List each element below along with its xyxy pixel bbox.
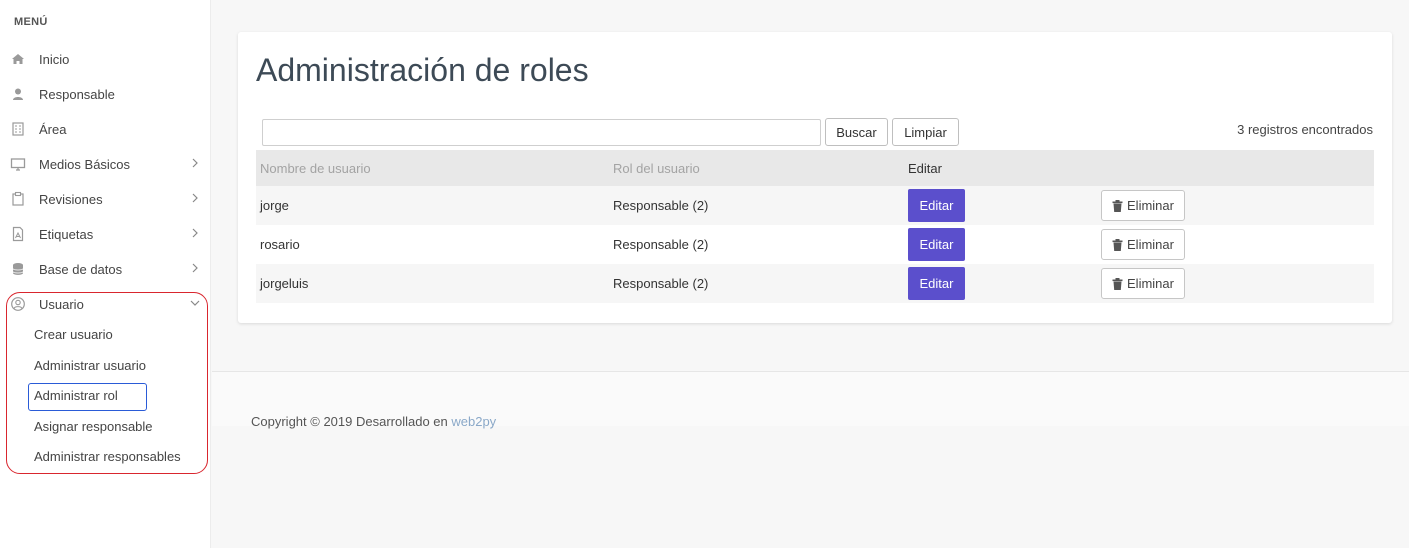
sidebar-item-revisiones[interactable]: Revisiones — [0, 184, 211, 214]
edit-button[interactable]: Editar — [908, 228, 965, 261]
submenu-item-administrar-responsables[interactable]: Administrar responsables — [34, 449, 181, 464]
sidebar: MENÚ Inicio Responsable Área Medios Bási… — [0, 0, 211, 548]
sidebar-item-label: Base de datos — [39, 261, 123, 277]
home-icon — [12, 54, 24, 64]
monitor-icon — [10, 158, 26, 171]
sidebar-item-label: Inicio — [39, 51, 70, 67]
clear-button[interactable]: Limpiar — [892, 118, 959, 146]
delete-button-label: Eliminar — [1127, 237, 1174, 252]
roles-table: Nombre de usuario Rol del usuario Editar… — [256, 150, 1374, 303]
submenu-item-administrar-rol[interactable]: Administrar rol — [34, 388, 118, 403]
trash-icon — [1112, 238, 1123, 251]
copyright-label: Copyright © 2019 Desarrollado en — [251, 414, 452, 429]
sidebar-item-label: Responsable — [39, 86, 115, 102]
sidebar-item-label: Revisiones — [39, 191, 103, 207]
column-header-role: Rol del usuario — [613, 161, 700, 176]
submenu-item-administrar-usuario[interactable]: Administrar usuario — [34, 358, 146, 373]
submenu-item-asignar-responsable[interactable]: Asignar responsable — [34, 419, 153, 434]
search-input[interactable] — [262, 119, 821, 146]
sidebar-item-label: Medios Básicos — [39, 156, 131, 172]
copyright-text: Copyright © 2019 Desarrollado en web2py — [251, 414, 496, 429]
sidebar-item-responsable[interactable]: Responsable — [0, 79, 211, 109]
file-pdf-icon — [12, 226, 24, 242]
table-header: Nombre de usuario Rol del usuario Editar — [256, 150, 1374, 186]
building-icon — [12, 122, 24, 136]
column-header-edit: Editar — [908, 161, 942, 176]
delete-button-label: Eliminar — [1127, 198, 1174, 213]
chevron-right-icon — [192, 263, 198, 273]
chevron-right-icon — [192, 193, 198, 203]
cell-username: rosario — [260, 237, 300, 252]
database-icon — [12, 263, 24, 275]
web2py-link[interactable]: web2py — [451, 414, 496, 429]
cell-username: jorgeluis — [260, 276, 309, 291]
user-circle-icon — [11, 297, 25, 311]
sidebar-item-label: Área — [39, 121, 67, 137]
menu-heading: MENÚ — [14, 16, 48, 28]
user-icon — [13, 88, 23, 100]
sidebar-item-area[interactable]: Área — [0, 114, 211, 144]
sidebar-item-inicio[interactable]: Inicio — [0, 44, 211, 74]
sidebar-item-label: Etiquetas — [39, 226, 94, 242]
sidebar-item-usuario[interactable]: Usuario — [0, 289, 211, 319]
column-header-username: Nombre de usuario — [260, 161, 371, 176]
edit-button[interactable]: Editar — [908, 189, 965, 222]
submenu-item-crear-usuario[interactable]: Crear usuario — [34, 327, 113, 342]
delete-button-label: Eliminar — [1127, 276, 1174, 291]
sidebar-item-label: Usuario — [39, 296, 84, 312]
chevron-down-icon — [190, 300, 200, 306]
chevron-right-icon — [192, 228, 198, 238]
records-count: 3 registros encontrados — [1237, 122, 1373, 137]
edit-button[interactable]: Editar — [908, 267, 965, 300]
sidebar-item-medios-basicos[interactable]: Medios Básicos — [0, 149, 211, 179]
table-row: jorgeluis Responsable (2) Editar Elimina… — [256, 264, 1374, 303]
delete-button[interactable]: Eliminar — [1101, 190, 1185, 221]
chevron-right-icon — [192, 158, 198, 168]
clipboard-icon — [12, 191, 24, 206]
page-title: Administración de roles — [256, 52, 589, 88]
sidebar-item-etiquetas[interactable]: Etiquetas — [0, 219, 211, 249]
cell-role: Responsable (2) — [613, 237, 709, 252]
delete-button[interactable]: Eliminar — [1101, 229, 1185, 260]
trash-icon — [1112, 277, 1123, 290]
trash-icon — [1112, 199, 1123, 212]
sidebar-item-base-de-datos[interactable]: Base de datos — [0, 254, 211, 284]
cell-username: jorge — [260, 198, 289, 213]
cell-role: Responsable (2) — [613, 198, 709, 213]
search-button[interactable]: Buscar — [825, 118, 888, 146]
roles-card: Administración de roles Buscar Limpiar 3… — [238, 32, 1392, 323]
cell-role: Responsable (2) — [613, 276, 709, 291]
delete-button[interactable]: Eliminar — [1101, 268, 1185, 299]
table-row: jorge Responsable (2) Editar Eliminar — [256, 186, 1374, 225]
table-row: rosario Responsable (2) Editar Eliminar — [256, 225, 1374, 264]
